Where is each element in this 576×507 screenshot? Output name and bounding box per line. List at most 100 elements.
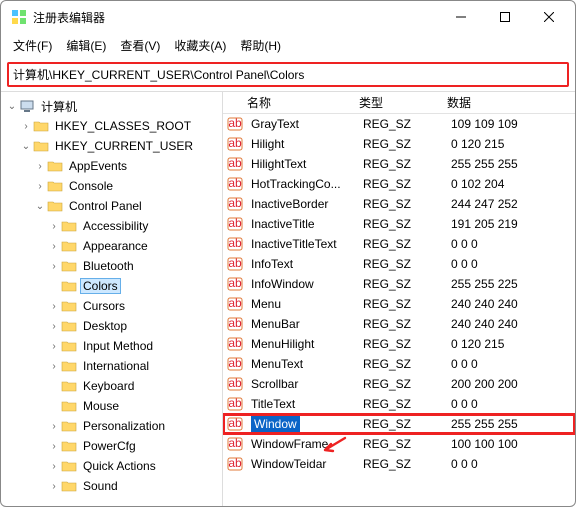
column-data[interactable]: 数据 <box>441 92 575 113</box>
list-row[interactable]: ab InactiveTitle REG_SZ 191 205 219 <box>223 214 575 234</box>
list-row[interactable]: ab WindowTeidar REG_SZ 0 0 0 <box>223 454 575 474</box>
string-value-icon: ab <box>227 117 243 131</box>
string-value-icon: ab <box>227 277 243 291</box>
chevron-down-icon[interactable]: ⌄ <box>33 201 47 212</box>
value-type: REG_SZ <box>357 136 445 152</box>
tree-item-keyboard[interactable]: Keyboard <box>3 376 220 396</box>
chevron-right-icon[interactable]: › <box>47 441 61 452</box>
chevron-right-icon[interactable]: › <box>47 221 61 232</box>
list-row[interactable]: ab TitleText REG_SZ 0 0 0 <box>223 394 575 414</box>
tree-item-console[interactable]: › Console <box>3 176 220 196</box>
menu-view[interactable]: 查看(V) <box>114 35 166 56</box>
tree-item-powercfg[interactable]: › PowerCfg <box>3 436 220 456</box>
tree-item-appevents[interactable]: › AppEvents <box>3 156 220 176</box>
value-data: 0 120 215 <box>445 336 575 352</box>
tree-item-desktop[interactable]: › Desktop <box>3 316 220 336</box>
tree-item-bluetooth[interactable]: › Bluetooth <box>3 256 220 276</box>
window-title: 注册表编辑器 <box>33 9 105 26</box>
tree-item-personalization[interactable]: › Personalization <box>3 416 220 436</box>
string-value-icon: ab <box>227 197 243 211</box>
tree-root[interactable]: ⌄ 计算机 <box>3 96 220 116</box>
list-row[interactable]: ab GrayText REG_SZ 109 109 109 <box>223 114 575 134</box>
list-pane[interactable]: 名称 类型 数据 ab GrayText REG_SZ 109 109 109 … <box>223 92 575 506</box>
list-row[interactable]: ab MenuHilight REG_SZ 0 120 215 <box>223 334 575 354</box>
chevron-down-icon[interactable]: ⌄ <box>19 141 33 152</box>
tree-item-cursors[interactable]: › Cursors <box>3 296 220 316</box>
svg-text:ab: ab <box>228 157 242 170</box>
list-row[interactable]: ab MenuBar REG_SZ 240 240 240 <box>223 314 575 334</box>
menu-edit[interactable]: 编辑(E) <box>60 35 112 56</box>
list-row[interactable]: ab HilightText REG_SZ 255 255 255 <box>223 154 575 174</box>
tree-item-mouse[interactable]: Mouse <box>3 396 220 416</box>
tree-item-inputmethod[interactable]: › Input Method <box>3 336 220 356</box>
svg-text:ab: ab <box>228 457 242 470</box>
string-value-icon: ab <box>227 457 243 471</box>
chevron-down-icon[interactable]: ⌄ <box>5 101 19 112</box>
addressbar-container: 计算机\HKEY_CURRENT_USER\Control Panel\Colo… <box>1 60 575 91</box>
chevron-right-icon[interactable]: › <box>47 481 61 492</box>
list-row[interactable]: ab MenuText REG_SZ 0 0 0 <box>223 354 575 374</box>
list-row[interactable]: ab Hilight REG_SZ 0 120 215 <box>223 134 575 154</box>
menu-favorites[interactable]: 收藏夹(A) <box>168 35 232 56</box>
tree-item-hkcr[interactable]: › HKEY_CLASSES_ROOT <box>3 116 220 136</box>
value-data: 240 240 240 <box>445 316 575 332</box>
tree-label: AppEvents <box>66 158 130 174</box>
tree-item-colors[interactable]: Colors <box>3 276 220 296</box>
chevron-right-icon[interactable]: › <box>47 461 61 472</box>
value-data: 255 255 255 <box>445 156 575 172</box>
value-name: MenuHilight <box>245 336 357 352</box>
chevron-right-icon[interactable]: › <box>47 321 61 332</box>
chevron-right-icon[interactable]: › <box>47 361 61 372</box>
close-button[interactable] <box>527 2 571 32</box>
list-row[interactable]: ab WindowFrame REG_SZ 100 100 100 <box>223 434 575 454</box>
tree-item-quickactions[interactable]: › Quick Actions <box>3 456 220 476</box>
tree-item-appearance[interactable]: › Appearance <box>3 236 220 256</box>
chevron-right-icon[interactable]: › <box>47 241 61 252</box>
minimize-button[interactable] <box>439 2 483 32</box>
list-row[interactable]: ab InactiveTitleText REG_SZ 0 0 0 <box>223 234 575 254</box>
tree-item-accessibility[interactable]: › Accessibility <box>3 216 220 236</box>
value-name: InactiveBorder <box>245 196 357 212</box>
svg-text:ab: ab <box>228 257 242 270</box>
column-type[interactable]: 类型 <box>353 92 441 113</box>
chevron-right-icon[interactable]: › <box>19 121 33 132</box>
column-name[interactable]: 名称 <box>223 92 353 113</box>
list-row[interactable]: ab InfoWindow REG_SZ 255 255 225 <box>223 274 575 294</box>
value-type: REG_SZ <box>357 336 445 352</box>
string-value-icon: ab <box>227 177 243 191</box>
svg-text:ab: ab <box>228 297 242 310</box>
tree-item-controlpanel[interactable]: ⌄ Control Panel <box>3 196 220 216</box>
menu-help[interactable]: 帮助(H) <box>234 35 287 56</box>
string-value-icon: ab <box>227 137 243 151</box>
chevron-right-icon[interactable]: › <box>47 301 61 312</box>
value-type: REG_SZ <box>357 196 445 212</box>
string-value-icon: ab <box>227 237 243 251</box>
maximize-button[interactable] <box>483 2 527 32</box>
folder-icon <box>61 319 77 333</box>
chevron-right-icon[interactable]: › <box>33 161 47 172</box>
value-type: REG_SZ <box>357 276 445 292</box>
string-value-icon: ab <box>227 157 243 171</box>
list-row[interactable]: ab HotTrackingCo... REG_SZ 0 102 204 <box>223 174 575 194</box>
value-type: REG_SZ <box>357 296 445 312</box>
chevron-right-icon[interactable]: › <box>33 181 47 192</box>
chevron-right-icon[interactable]: › <box>47 261 61 272</box>
list-row[interactable]: ab InactiveBorder REG_SZ 244 247 252 <box>223 194 575 214</box>
tree-pane[interactable]: ⌄ 计算机 › HKEY_CLASSES_ROOT ⌄ HKEY_CURRENT… <box>1 92 223 506</box>
value-data: 0 0 0 <box>445 456 575 472</box>
chevron-right-icon[interactable]: › <box>47 341 61 352</box>
tree-item-international[interactable]: › International <box>3 356 220 376</box>
list-row[interactable]: ab Window REG_SZ 255 255 255 <box>223 414 575 434</box>
value-data: 255 255 255 <box>445 416 575 432</box>
chevron-right-icon[interactable]: › <box>47 421 61 432</box>
list-row[interactable]: ab Menu REG_SZ 240 240 240 <box>223 294 575 314</box>
string-value-icon: ab <box>227 417 243 431</box>
folder-icon <box>61 459 77 473</box>
list-row[interactable]: ab Scrollbar REG_SZ 200 200 200 <box>223 374 575 394</box>
address-input[interactable]: 计算机\HKEY_CURRENT_USER\Control Panel\Colo… <box>7 62 569 87</box>
folder-icon <box>47 179 63 193</box>
menu-file[interactable]: 文件(F) <box>7 35 58 56</box>
tree-item-sound[interactable]: › Sound <box>3 476 220 496</box>
list-row[interactable]: ab InfoText REG_SZ 0 0 0 <box>223 254 575 274</box>
tree-item-hkcu[interactable]: ⌄ HKEY_CURRENT_USER <box>3 136 220 156</box>
